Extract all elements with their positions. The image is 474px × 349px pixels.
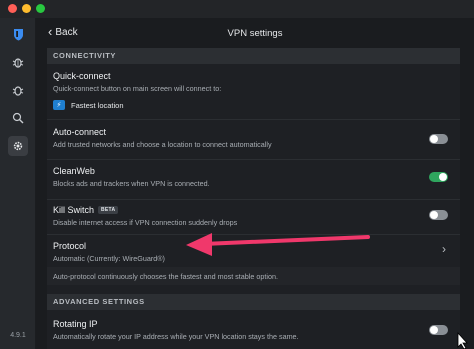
- gear-icon[interactable]: [8, 136, 28, 156]
- minimize-window-button[interactable]: [22, 4, 31, 13]
- protocol-note: Auto-protocol continuously chooses the f…: [47, 267, 460, 285]
- page-header: ‹ Back VPN settings: [36, 18, 474, 50]
- section-heading-connectivity: CONNECTIVITY: [47, 48, 460, 64]
- sidebar-rail: 4.9.1: [0, 18, 36, 349]
- kill-switch-title: Kill Switch BETA: [53, 205, 119, 215]
- chevron-right-icon: ›: [442, 242, 446, 256]
- lightning-icon: ⚡: [53, 100, 65, 110]
- kill-switch-label: Kill Switch: [53, 205, 95, 215]
- rotating-ip-toggle[interactable]: [429, 325, 448, 335]
- protocol-desc: Automatic (Currently: WireGuard®): [53, 254, 165, 263]
- toggle-knob: [430, 326, 438, 334]
- page-title: VPN settings: [227, 28, 283, 39]
- close-window-button[interactable]: [8, 4, 17, 13]
- cleanweb-row[interactable]: CleanWeb Blocks ads and trackers when VP…: [47, 160, 460, 198]
- protocol-note-text: Auto-protocol continuously chooses the f…: [53, 272, 278, 281]
- cleanweb-title: CleanWeb: [53, 166, 95, 176]
- kill-switch-desc: Disable internet access if VPN connectio…: [53, 218, 238, 227]
- kill-switch-row[interactable]: Kill Switch BETA Disable internet access …: [47, 200, 460, 238]
- settings-panel: CONNECTIVITY Quick-connect Quick-connect…: [47, 48, 460, 349]
- quick-connect-option[interactable]: ⚡ Fastest location: [53, 100, 124, 110]
- toggle-knob: [430, 135, 438, 143]
- quick-connect-option-label: Fastest location: [71, 100, 124, 110]
- beta-badge: BETA: [98, 206, 119, 214]
- quick-connect-row: Quick-connect Quick-connect button on ma…: [47, 64, 460, 118]
- cleanweb-toggle[interactable]: [429, 172, 448, 182]
- section-heading-advanced: ADVANCED SETTINGS: [47, 294, 460, 310]
- bug-icon[interactable]: [8, 52, 28, 72]
- auto-connect-toggle[interactable]: [429, 134, 448, 144]
- auto-connect-desc: Add trusted networks and choose a locati…: [53, 140, 272, 149]
- cleanweb-desc: Blocks ads and trackers when VPN is conn…: [53, 179, 210, 188]
- shield-logo-icon[interactable]: [8, 24, 28, 44]
- search-bug-icon[interactable]: [8, 108, 28, 128]
- rotating-ip-title: Rotating IP: [53, 319, 98, 329]
- rotating-ip-desc: Automatically rotate your IP address whi…: [53, 332, 299, 341]
- zoom-window-button[interactable]: [36, 4, 45, 13]
- toggle-knob: [430, 211, 438, 219]
- quick-connect-desc: Quick-connect button on main screen will…: [53, 84, 222, 93]
- protocol-title: Protocol: [53, 241, 87, 251]
- kill-switch-toggle[interactable]: [429, 210, 448, 220]
- quick-connect-title: Quick-connect: [53, 71, 111, 81]
- auto-connect-row[interactable]: Auto-connect Add trusted networks and ch…: [47, 120, 460, 158]
- toggle-knob: [439, 173, 447, 181]
- window-titlebar: [0, 0, 474, 18]
- protocol-row[interactable]: Protocol Automatic (Currently: WireGuard…: [47, 235, 460, 267]
- bug-icon[interactable]: [8, 80, 28, 100]
- app-version: 4.9.1: [10, 332, 26, 339]
- auto-connect-title: Auto-connect: [53, 127, 107, 137]
- rotating-ip-row[interactable]: Rotating IP Automatically rotate your IP…: [47, 310, 460, 348]
